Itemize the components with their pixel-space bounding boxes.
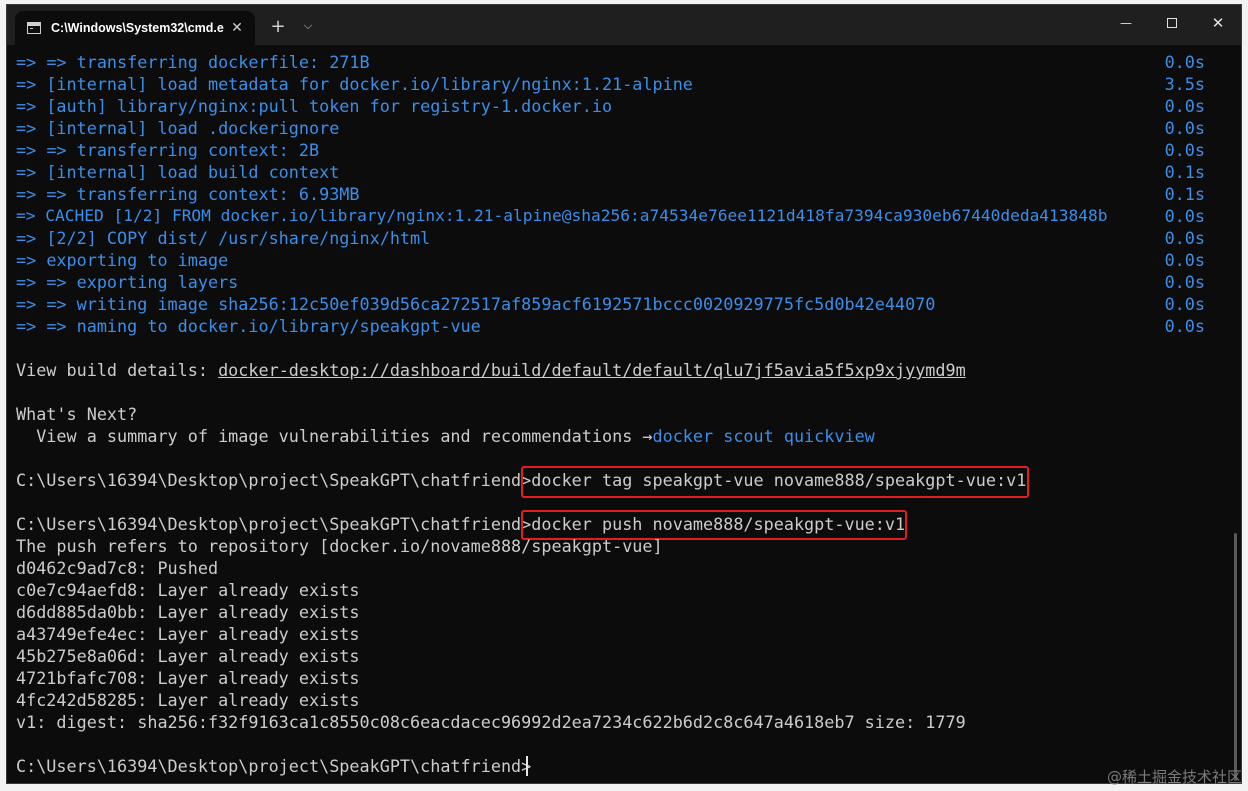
build-step-time: 0.0s [1164,228,1205,248]
scout-command: docker scout quickview [652,426,875,446]
prompt: C:\Users\16394\Desktop\project\SpeakGPT\… [16,514,532,534]
push-output-line: The push refers to repository [docker.io… [16,536,663,556]
minimize-button[interactable]: — [1103,5,1149,41]
build-step: => => naming to docker.io/library/speakg… [16,316,481,336]
whats-next-line: View a summary of image vulnerabilities … [16,426,875,446]
build-step-time: 0.0s [1164,316,1205,336]
build-step-time: 0.0s [1164,250,1205,270]
build-step: => exporting to image [16,250,229,270]
build-step-time: 0.1s [1164,184,1205,204]
build-step-time: 3.5s [1164,74,1205,94]
build-step: => => transferring dockerfile: 271B [16,52,370,72]
build-step-time: 0.0s [1164,118,1205,138]
build-step: => [internal] load .dockerignore [16,118,340,138]
new-tab-button[interactable]: + [265,13,291,39]
build-step: => [2/2] COPY dist/ /usr/share/nginx/htm… [16,228,431,248]
prompt: C:\Users\16394\Desktop\project\SpeakGPT\… [16,470,532,490]
build-step-time: 0.0s [1164,294,1205,314]
current-prompt[interactable]: C:\Users\16394\Desktop\project\SpeakGPT\… [16,755,531,777]
terminal-output[interactable]: => => transferring dockerfile: 271B 0.0s… [7,45,1241,783]
build-step: => [internal] load metadata for docker.i… [16,74,693,94]
push-output-line: 4fc242d58285: Layer already exists [16,690,360,710]
terminal-window: C:\Windows\System32\cmd.e ✕ + ⌵ — ✕ => =… [6,4,1242,784]
build-step-time: 0.0s [1164,96,1205,116]
tab-cmd[interactable]: C:\Windows\System32\cmd.e ✕ [15,11,255,45]
chevron-down-icon[interactable]: ⌵ [295,13,321,39]
build-step: => => transferring context: 6.93MB [16,184,360,204]
text-cursor [526,756,528,776]
tab-title: C:\Windows\System32\cmd.e [51,21,224,35]
push-output-line: a43749efe4ec: Layer already exists [16,624,360,644]
build-step-time: 0.1s [1164,162,1205,182]
build-step: => [auth] library/nginx:pull token for r… [16,96,613,116]
build-step: => => writing image sha256:12c50ef039d56… [16,294,936,314]
maximize-button[interactable] [1149,5,1195,41]
push-output-line: 45b275e8a06d: Layer already exists [16,646,360,666]
push-output-line: 4721bfafc708: Layer already exists [16,668,360,688]
build-details-line: View build details: docker-desktop://das… [16,360,966,380]
scrollbar[interactable] [1234,533,1237,781]
build-step: => => transferring context: 2B [16,140,320,160]
build-step-time: 0.0s [1164,206,1205,226]
build-step: => => exporting layers [16,272,239,292]
cmd-icon [27,22,41,34]
push-output-line: v1: digest: sha256:f32f9163ca1c8550c08c6… [16,712,966,732]
watermark: @稀土掘金技术社区 [1106,768,1242,786]
maximize-icon [1167,18,1177,28]
build-step: => CACHED [1/2] FROM docker.io/library/n… [16,206,1108,225]
build-step: => [internal] load build context [16,162,340,182]
push-output-line: d0462c9ad7c8: Pushed [16,558,219,578]
highlight-box-tag [521,466,1029,498]
whats-next-heading: What's Next? [16,404,138,424]
build-step-time: 0.0s [1164,140,1205,160]
title-bar: C:\Windows\System32\cmd.e ✕ + ⌵ — ✕ [7,5,1241,45]
build-details-link[interactable]: docker-desktop://dashboard/build/default… [218,360,966,380]
push-output-line: c0e7c94aefd8: Layer already exists [16,580,360,600]
push-output-line: d6dd885da0bb: Layer already exists [16,602,360,622]
build-step-time: 0.0s [1164,52,1205,72]
build-step-time: 0.0s [1164,272,1205,292]
tab-close-icon[interactable]: ✕ [227,18,247,38]
close-button[interactable]: ✕ [1195,5,1241,41]
